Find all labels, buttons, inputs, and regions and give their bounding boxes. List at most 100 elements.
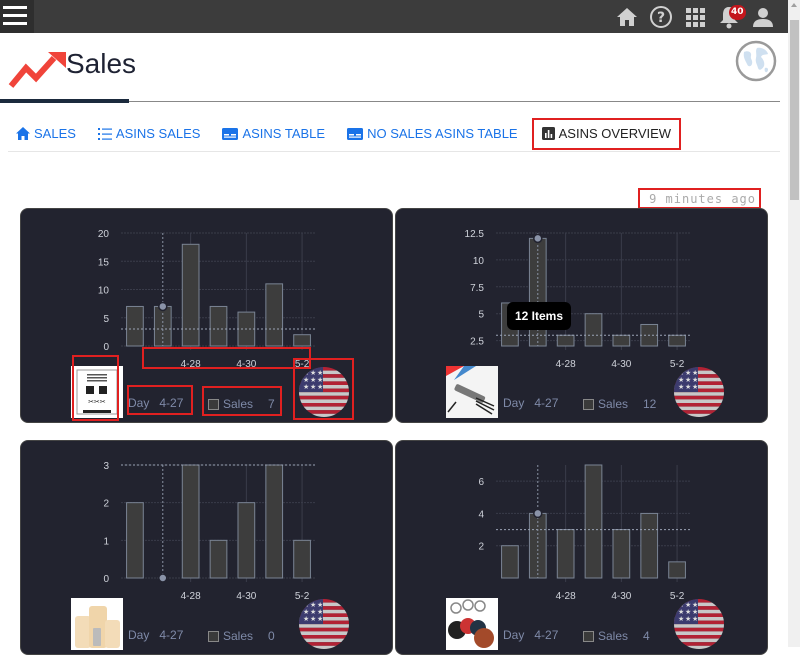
user-button[interactable] [746, 4, 780, 30]
table-icon [347, 127, 364, 140]
y-tick-label: 6 [478, 477, 484, 488]
apps-button[interactable] [678, 4, 712, 30]
tab-asins-overview[interactable]: ASINS OVERVIEW [531, 117, 682, 150]
y-tick-label: 0 [103, 342, 109, 353]
bar [668, 561, 686, 579]
table-icon [222, 127, 239, 140]
help-button[interactable]: ? [644, 4, 678, 30]
bar [209, 539, 228, 579]
bar [293, 539, 311, 579]
day-value: 4-27 [534, 396, 559, 410]
svg-text:★: ★ [303, 615, 309, 623]
header-divider-accent [0, 99, 129, 103]
annotation-box [202, 386, 282, 416]
day-label: Day [503, 396, 525, 410]
annotation-box [142, 347, 311, 369]
home-button[interactable] [610, 4, 644, 30]
product-image[interactable] [446, 366, 498, 418]
highlight-point [158, 573, 168, 583]
bar [584, 313, 603, 347]
bar [501, 545, 519, 579]
y-tick-label: 12.5 [465, 229, 485, 240]
day-label: Day [128, 628, 150, 642]
bar [209, 305, 228, 347]
legend-swatch [583, 630, 594, 642]
sales-legend[interactable]: Sales 0 [208, 629, 275, 643]
tab-bar: SALES ASINS SALES ASINS TABLE NO SALES A… [8, 116, 780, 152]
tab-label: SALES [34, 126, 76, 141]
svg-text:★: ★ [685, 383, 691, 391]
svg-text:★: ★ [678, 615, 684, 623]
tab-label: ASINS SALES [115, 126, 201, 141]
y-tick-label: 5 [478, 310, 484, 321]
x-tick-label: 4-30 [611, 591, 631, 602]
bar [640, 512, 659, 579]
y-tick-label: 0 [103, 574, 109, 585]
day-field: Day 4-27 [128, 628, 183, 642]
tab-label: ASINS OVERVIEW [558, 126, 672, 141]
us-flag-icon: ★ ★ ★ ★ ★ ★ ★ ★ ★ [674, 599, 724, 649]
candles-product-icon [71, 598, 123, 650]
page-header: Sales [0, 40, 780, 96]
top-navbar: ? 40 [0, 0, 788, 33]
bar [556, 529, 575, 579]
day-value: 4-27 [534, 628, 559, 642]
svg-text:★: ★ [678, 383, 684, 391]
page-title: Sales [66, 48, 137, 79]
y-tick-label: 10 [473, 256, 485, 267]
x-tick-label: 5-2 [295, 591, 310, 602]
sales-label: Sales [598, 629, 629, 643]
svg-text:★: ★ [692, 615, 698, 623]
highlight-point [533, 508, 543, 519]
y-tick-label: 15 [98, 257, 110, 268]
page-scrollbar[interactable] [788, 0, 800, 647]
y-tick-label: 3 [103, 461, 109, 472]
tab-sales[interactable]: SALES [8, 118, 84, 150]
bar [668, 334, 686, 347]
day-label: Day [503, 628, 525, 642]
usb-hub-product-icon [446, 366, 498, 418]
bar [556, 334, 575, 347]
tab-label: NO SALES ASINS TABLE [367, 126, 518, 141]
bar [265, 464, 284, 579]
sales-legend[interactable]: Sales 12 [583, 397, 656, 411]
legend-swatch [208, 630, 219, 642]
x-tick-label: 5-2 [670, 591, 685, 602]
bar [293, 334, 311, 347]
sales-legend[interactable]: Sales 4 [583, 629, 650, 643]
tab-label: ASINS TABLE [242, 126, 326, 141]
bar [126, 305, 144, 347]
home-icon [16, 127, 30, 140]
x-tick-label: 4-30 [611, 359, 631, 370]
product-image[interactable] [446, 598, 498, 650]
notifications-button[interactable]: 40 [712, 4, 746, 30]
us-flag-icon: ★ ★ ★ ★ ★ ★ ★ ★ ★ [674, 367, 724, 417]
scrollbar-thumb[interactable] [790, 20, 799, 200]
y-tick-label: 2 [103, 499, 109, 510]
sales-label: Sales [598, 397, 629, 411]
tab-asins-table[interactable]: ASINS TABLE [214, 118, 333, 150]
asin-overview-card[interactable]: 0 1 2 3 4-28 4-30 5-2 Day 4-27 Sales 0 ★ ★ ★ ★ ★ ★ ★ ★… [20, 440, 393, 655]
annotation-box [127, 385, 193, 415]
x-tick-label: 4-30 [236, 591, 256, 602]
y-tick-label: 7.5 [470, 283, 484, 294]
chart-tooltip: 12 Items [507, 302, 572, 330]
apps-grid-icon [686, 8, 705, 27]
bar [612, 529, 631, 579]
tab-asins-sales[interactable]: ASINS SALES [90, 118, 209, 150]
day-field: Day 4-27 [503, 396, 558, 410]
tab-no-sales-asins-table[interactable]: NO SALES ASINS TABLE [339, 118, 526, 150]
scroll-up-icon[interactable] [791, 3, 797, 7]
bar [265, 283, 284, 347]
svg-text:★: ★ [685, 615, 691, 623]
bar [181, 464, 200, 579]
svg-text:★: ★ [692, 383, 698, 391]
menu-icon-bar [3, 6, 27, 9]
annotation-box [72, 355, 119, 421]
asin-overview-card[interactable]: 2 4 6 4-28 4-30 5-2 Day 4-27 Sales 4 ★ ★ ★ ★ ★ ★ ★ ★ ★ [395, 440, 768, 655]
x-tick-label: 5-2 [670, 359, 685, 370]
menu-button[interactable] [0, 0, 34, 33]
globe-icon[interactable] [735, 40, 777, 82]
asin-overview-card[interactable]: 2.5 5 7.5 10 12.5 4-28 4-30 5-2 Day 4-27 Sales 1… [395, 208, 768, 423]
product-image[interactable] [71, 598, 123, 650]
